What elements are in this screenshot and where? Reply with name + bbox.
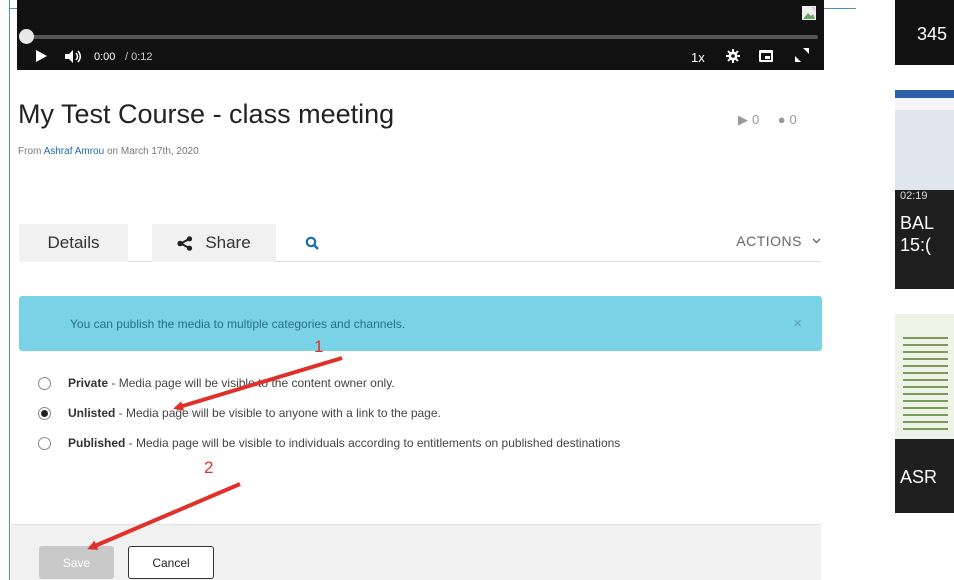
related-media-thumbnail-2[interactable]: 02:19 BAL 15:(: [895, 90, 954, 289]
volume-icon[interactable]: [65, 50, 83, 63]
tab-details-label: Details: [47, 233, 100, 252]
radio-published[interactable]: [38, 436, 51, 450]
actions-menu[interactable]: ACTIONS: [736, 224, 821, 258]
player-controls: 0:00 / 0:12 1x: [17, 44, 824, 68]
annotation-label-1: 1: [314, 337, 324, 356]
thumbnail-2-image: [895, 90, 954, 190]
save-button[interactable]: Save: [39, 546, 114, 579]
info-alert: You can publish the media to multiple ca…: [19, 296, 822, 351]
thumbnail-2-duration: 02:19: [900, 190, 928, 202]
media-byline: From Ashraf Amrou on March 17th, 2020: [18, 146, 199, 157]
byline-date: on March 17th, 2020: [106, 146, 199, 157]
share-icon: [177, 235, 193, 251]
tab-share[interactable]: Share: [152, 224, 276, 262]
close-icon[interactable]: ×: [793, 315, 802, 332]
radio-private[interactable]: [38, 376, 51, 390]
radio-unlisted[interactable]: [38, 406, 51, 420]
current-time: 0:00: [94, 51, 116, 63]
thumbnail-2-title-line1: BAL: [900, 213, 935, 233]
option-private-desc: - Media page will be visible to the cont…: [108, 376, 395, 390]
related-media-thumbnail-3[interactable]: ASR: [895, 314, 954, 513]
thumbnail-3-image: [895, 314, 954, 439]
thumbnail-3-title: ASR: [900, 467, 938, 487]
option-published-desc: - Media page will be visible to individu…: [125, 436, 621, 450]
chevron-down-icon: [812, 238, 821, 244]
alert-message: You can publish the media to multiple ca…: [70, 317, 406, 331]
byline-prefix: From: [18, 146, 42, 157]
media-stats: ▶ 0 ● 0: [738, 112, 801, 128]
comments-icon: ●: [777, 112, 786, 127]
picture-in-picture-icon[interactable]: [759, 50, 773, 62]
tab-share-label: Share: [205, 233, 251, 252]
play-icon[interactable]: [36, 50, 47, 62]
search-icon: [305, 236, 319, 250]
option-unlisted[interactable]: Unlisted - Media page will be visible to…: [38, 406, 441, 420]
playback-speed-button[interactable]: 1x: [691, 50, 705, 65]
video-player[interactable]: 0:00 / 0:12 1x: [17, 0, 824, 70]
tab-details[interactable]: Details: [19, 224, 128, 262]
option-published[interactable]: Published - Media page will be visible t…: [38, 436, 620, 450]
thumbnail-2-title: BAL 15:(: [900, 212, 934, 256]
thumbnail-1-title: 345: [917, 24, 948, 44]
plays-icon: ▶: [738, 112, 748, 127]
annotation-label-2: 2: [204, 458, 214, 477]
progress-handle[interactable]: [19, 29, 34, 44]
page-left-border: [0, 0, 10, 580]
plays-count: 0: [752, 112, 760, 127]
option-unlisted-desc: - Media page will be visible to anyone w…: [115, 406, 441, 420]
settings-gear-icon[interactable]: [726, 49, 740, 63]
cancel-button[interactable]: Cancel: [128, 546, 214, 579]
option-private[interactable]: Private - Media page will be visible to …: [38, 376, 395, 390]
related-media-thumbnail-1[interactable]: 345: [895, 0, 954, 65]
duration: / 0:12: [125, 51, 153, 63]
actions-label: ACTIONS: [736, 233, 802, 249]
form-footer: Save Cancel: [11, 524, 821, 580]
annotation-overlay: [87, 356, 343, 550]
option-unlisted-name: Unlisted: [68, 406, 116, 420]
author-link[interactable]: Ashraf Amrou: [44, 146, 105, 157]
comments-count: 0: [789, 112, 797, 127]
option-published-name: Published: [68, 436, 126, 450]
media-title: My Test Course - class meeting: [18, 99, 395, 129]
broken-image-icon: [802, 6, 816, 20]
fullscreen-icon[interactable]: [795, 48, 809, 62]
progress-bar[interactable]: [25, 35, 818, 39]
thumbnail-2-title-line2: 15:(: [900, 235, 932, 255]
media-tabs: Details Share ACTIONS: [19, 224, 821, 262]
tab-search[interactable]: [298, 224, 326, 262]
option-private-name: Private: [68, 376, 109, 390]
